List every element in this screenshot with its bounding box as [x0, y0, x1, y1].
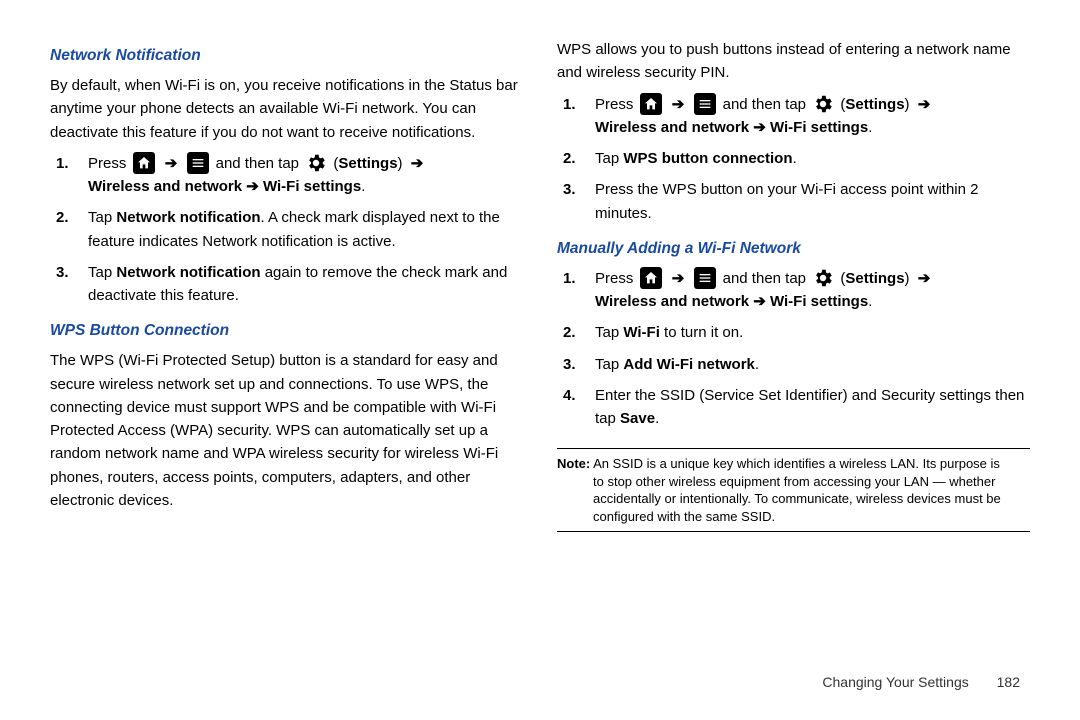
- step-item: Tap WPS button connection.: [581, 147, 1030, 170]
- text: Press: [595, 96, 638, 113]
- step-item: Press the WPS button on your Wi-Fi acces…: [581, 178, 1030, 225]
- steps-list: Press ➔ and then tap (Settings) ➔ Wirele…: [50, 152, 523, 308]
- text: Tap: [88, 264, 116, 281]
- text: and then tap: [723, 96, 811, 113]
- bold-text: Add Wi-Fi network: [623, 356, 755, 373]
- text: Press the WPS button on your Wi-Fi acces…: [595, 181, 979, 221]
- arrow-icon: ➔: [165, 155, 178, 172]
- step-item: Press ➔ and then tap (Settings) ➔ Wirele…: [581, 267, 1030, 314]
- step-item: Enter the SSID (Service Set Identifier) …: [581, 384, 1030, 431]
- text: ): [905, 96, 914, 113]
- gear-icon: [812, 267, 834, 289]
- step-item: Press ➔ and then tap (Settings) ➔ Wirele…: [74, 152, 523, 199]
- steps-list: Press ➔ and then tap (Settings) ➔ Wirele…: [557, 267, 1030, 431]
- text: ): [905, 270, 914, 287]
- paragraph: The WPS (Wi-Fi Protected Setup) button i…: [50, 349, 523, 512]
- note-box: Note: An SSID is a unique key which iden…: [557, 448, 1030, 532]
- text: to turn it on.: [660, 324, 743, 341]
- heading-manual-add: Manually Adding a Wi-Fi Network: [557, 237, 1030, 261]
- home-icon: [640, 267, 662, 289]
- page-number: 182: [997, 674, 1020, 690]
- text: Tap: [595, 356, 623, 373]
- arrow-icon: ➔: [411, 155, 424, 172]
- bold-text: Wireless and network ➔ Wi-Fi settings: [595, 119, 868, 136]
- bold-text: Settings: [845, 96, 904, 113]
- left-column: Network Notification By default, when Wi…: [50, 38, 523, 532]
- paragraph: By default, when Wi-Fi is on, you receiv…: [50, 74, 523, 144]
- text: .: [655, 410, 659, 427]
- home-icon: [640, 93, 662, 115]
- bold-text: Wireless and network ➔ Wi-Fi settings: [88, 178, 361, 195]
- step-item: Tap Network notification again to remove…: [74, 261, 523, 308]
- step-item: Tap Wi-Fi to turn it on.: [581, 321, 1030, 344]
- text: Tap: [595, 150, 623, 167]
- arrow-icon: ➔: [672, 270, 685, 287]
- text: .: [361, 178, 365, 195]
- heading-wps-button: WPS Button Connection: [50, 319, 523, 343]
- menu-icon: [694, 93, 716, 115]
- menu-icon: [187, 152, 209, 174]
- heading-network-notification: Network Notification: [50, 44, 523, 68]
- text: .: [868, 293, 872, 310]
- bold-text: Wireless and network ➔ Wi-Fi settings: [595, 293, 868, 310]
- text: and then tap: [216, 155, 304, 172]
- bold-text: WPS button connection: [623, 150, 792, 167]
- text: Tap: [595, 324, 623, 341]
- paragraph: WPS allows you to push buttons instead o…: [557, 38, 1030, 85]
- right-column: WPS allows you to push buttons instead o…: [557, 38, 1030, 532]
- steps-list: Press ➔ and then tap (Settings) ➔ Wirele…: [557, 93, 1030, 225]
- bold-text: Network notification: [116, 209, 260, 226]
- home-icon: [133, 152, 155, 174]
- text: ): [398, 155, 407, 172]
- text: Enter the SSID (Service Set Identifier) …: [595, 387, 1024, 427]
- arrow-icon: ➔: [918, 270, 931, 287]
- gear-icon: [305, 152, 327, 174]
- text: Press: [595, 270, 638, 287]
- bold-text: Wi-Fi: [623, 324, 660, 341]
- text: .: [793, 150, 797, 167]
- bold-text: Settings: [338, 155, 397, 172]
- chapter-name: Changing Your Settings: [822, 674, 968, 690]
- manual-page: Network Notification By default, when Wi…: [0, 0, 1080, 562]
- gear-icon: [812, 93, 834, 115]
- step-item: Tap Add Wi-Fi network.: [581, 353, 1030, 376]
- text: and then tap: [723, 270, 811, 287]
- note-body: to stop other wireless equipment from ac…: [557, 473, 1030, 526]
- arrow-icon: ➔: [672, 96, 685, 113]
- bold-text: Settings: [845, 270, 904, 287]
- arrow-icon: ➔: [918, 96, 931, 113]
- step-item: Tap Network notification. A check mark d…: [74, 206, 523, 253]
- menu-icon: [694, 267, 716, 289]
- text: .: [755, 356, 759, 373]
- bold-text: Save: [620, 410, 655, 427]
- text: Press: [88, 155, 131, 172]
- text: Tap: [88, 209, 116, 226]
- step-item: Press ➔ and then tap (Settings) ➔ Wirele…: [581, 93, 1030, 140]
- note-label: Note:: [557, 456, 590, 471]
- page-footer: Changing Your Settings 182: [822, 674, 1020, 690]
- bold-text: Network notification: [116, 264, 260, 281]
- note-text: An SSID is a unique key which identifies…: [590, 456, 1000, 471]
- text: .: [868, 119, 872, 136]
